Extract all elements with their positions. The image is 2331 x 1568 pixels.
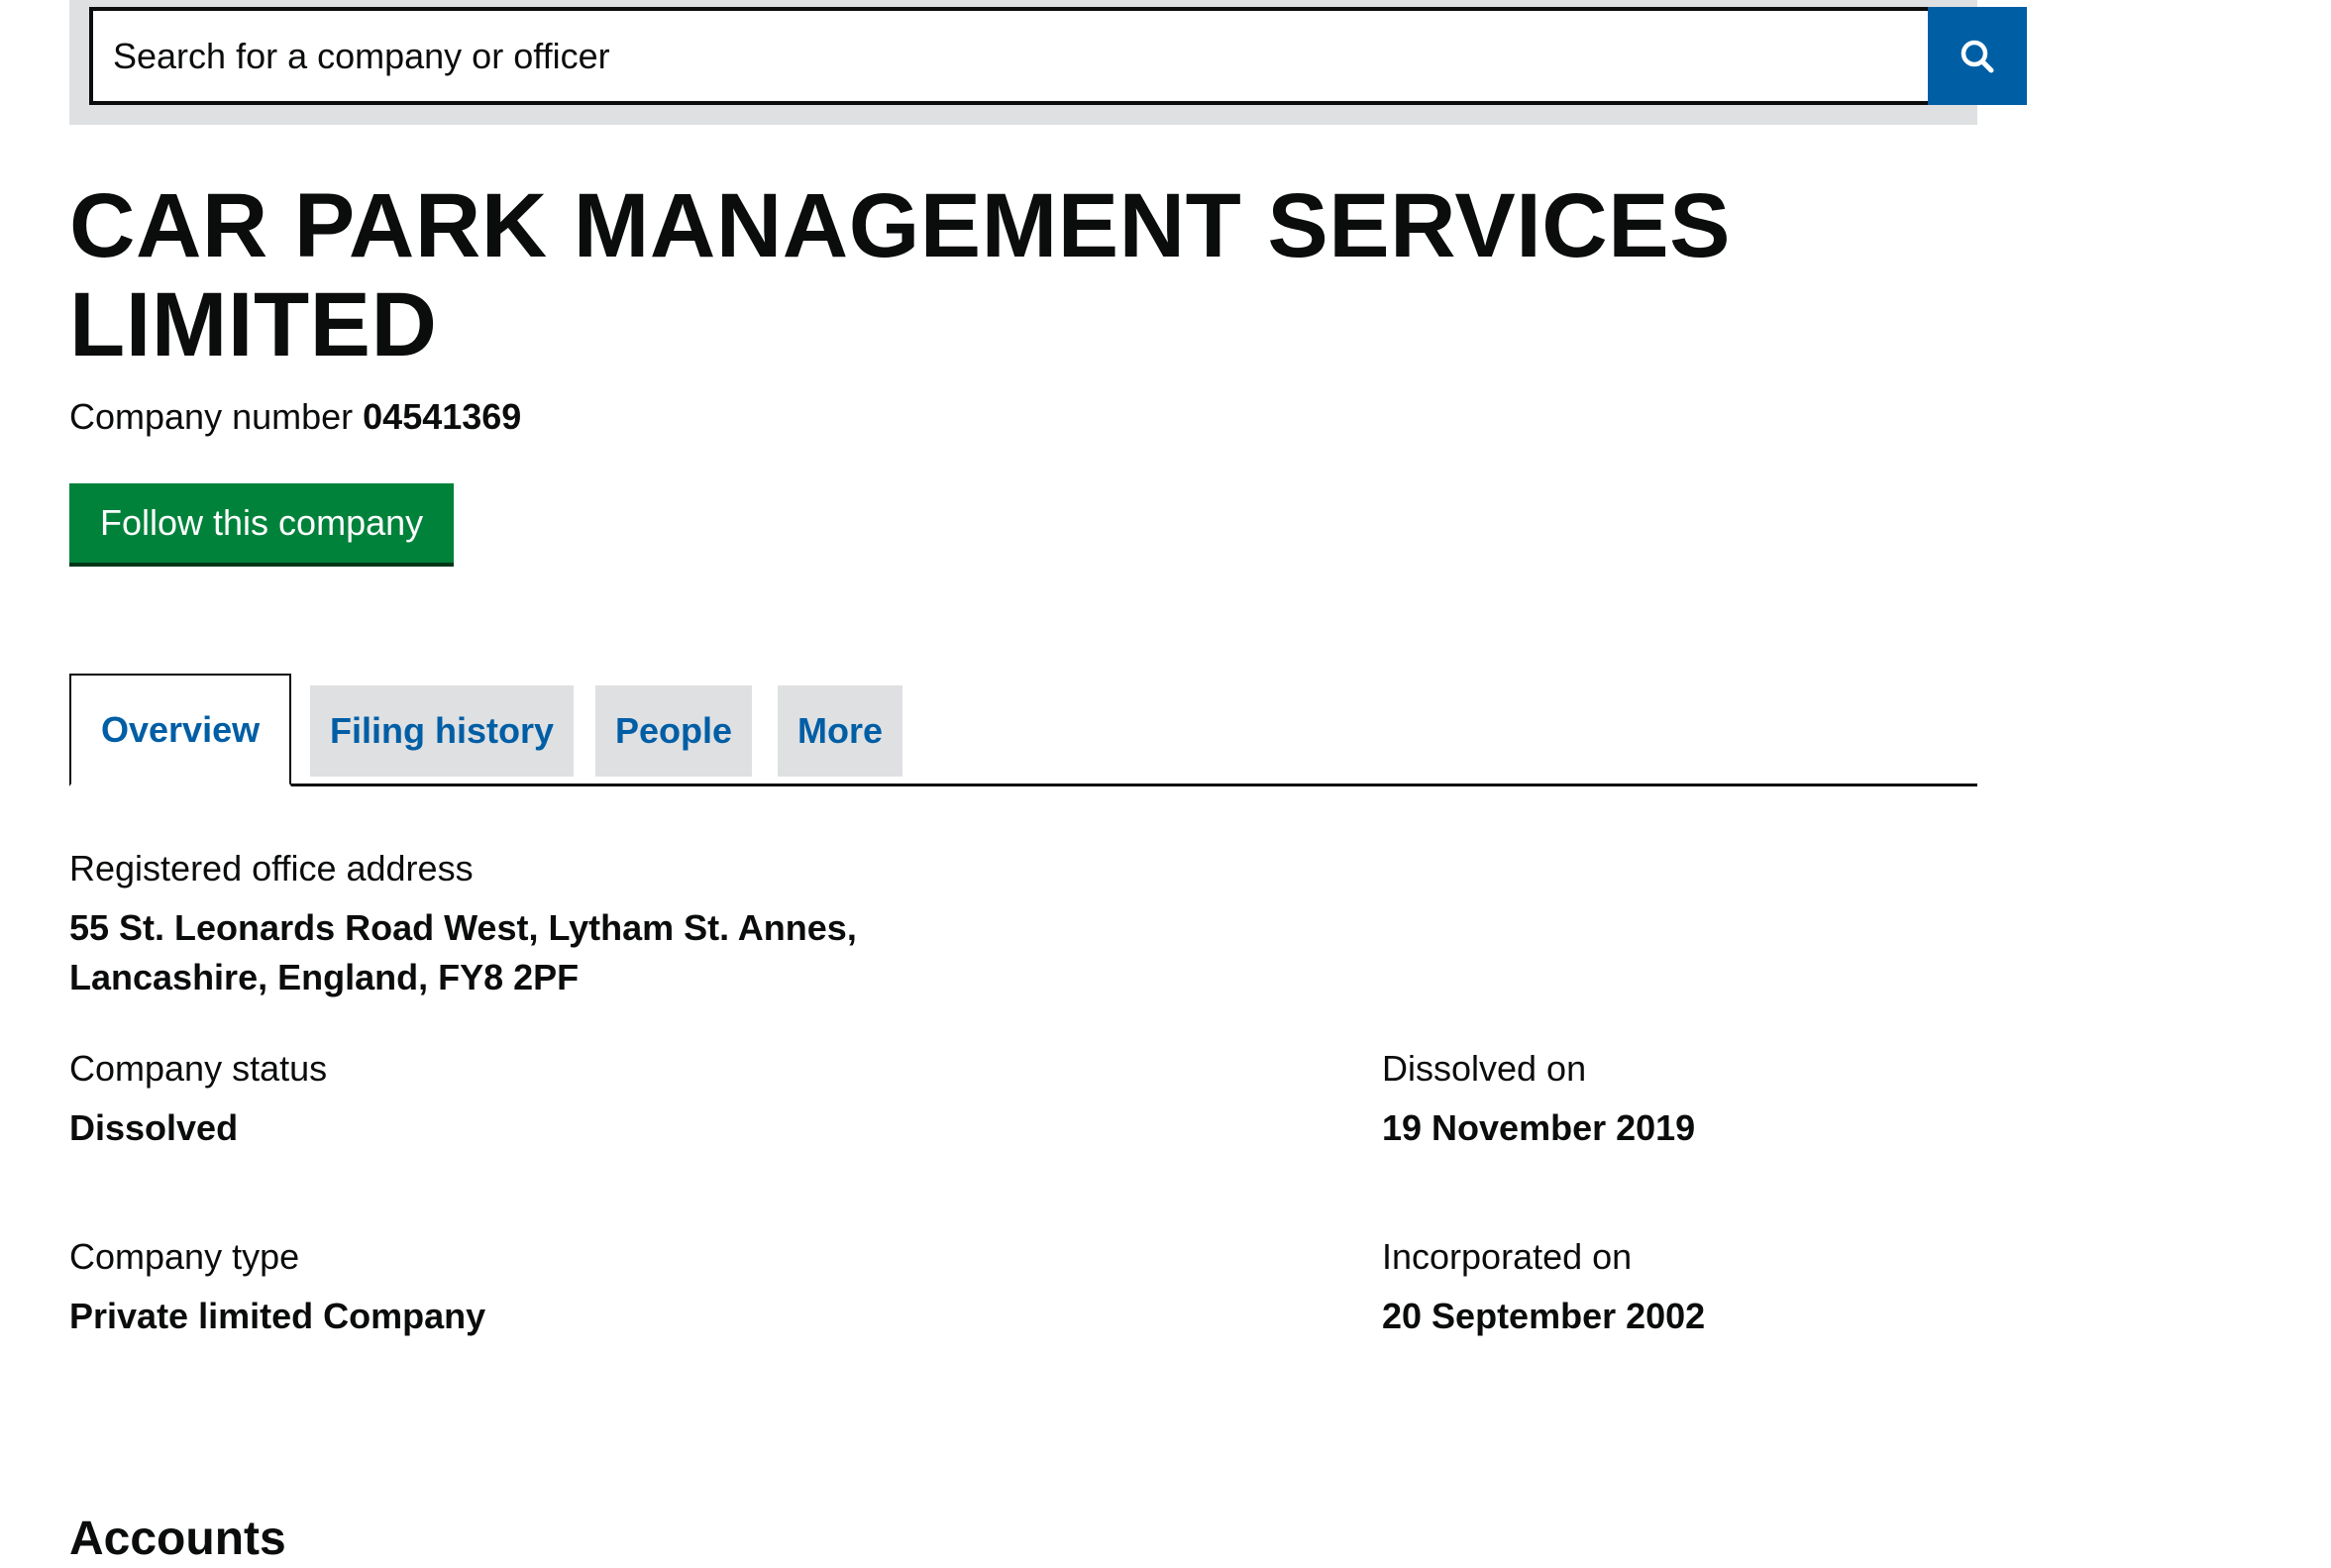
search-input[interactable] bbox=[89, 7, 1946, 105]
company-number-label: Company number bbox=[69, 396, 354, 437]
tab-more[interactable]: More bbox=[778, 685, 903, 777]
address-label: Registered office address bbox=[69, 848, 474, 889]
dissolved-value: 19 November 2019 bbox=[1382, 1107, 1696, 1148]
type-value: Private limited Company bbox=[69, 1296, 486, 1336]
follow-company-button[interactable]: Follow this company bbox=[69, 483, 455, 563]
address-value: 55 St. Leonards Road West, Lytham St. An… bbox=[69, 907, 857, 997]
dissolved-label: Dissolved on bbox=[1382, 1048, 1587, 1089]
tab-bar: Overview Filing history People More bbox=[69, 674, 1977, 786]
incorporated-label: Incorporated on bbox=[1382, 1236, 1633, 1277]
tab-people[interactable]: People bbox=[595, 685, 753, 777]
type-label: Company type bbox=[69, 1236, 300, 1277]
search-button[interactable] bbox=[1928, 7, 2027, 105]
company-number-value: 04541369 bbox=[363, 396, 522, 437]
company-number: Company number 04541369 bbox=[69, 393, 521, 441]
tab-filing-history[interactable]: Filing history bbox=[310, 685, 575, 777]
tab-overview[interactable]: Overview bbox=[69, 674, 292, 786]
incorporated-value: 20 September 2002 bbox=[1382, 1296, 1706, 1336]
page-title: CAR PARK MANAGEMENT SERVICES LIMITED bbox=[69, 175, 1731, 375]
status-value: Dissolved bbox=[69, 1107, 239, 1148]
search-icon bbox=[1960, 40, 1994, 72]
status-label: Company status bbox=[69, 1048, 328, 1089]
search-bar bbox=[69, 0, 2027, 125]
accounts-heading: Accounts bbox=[69, 1513, 286, 1565]
